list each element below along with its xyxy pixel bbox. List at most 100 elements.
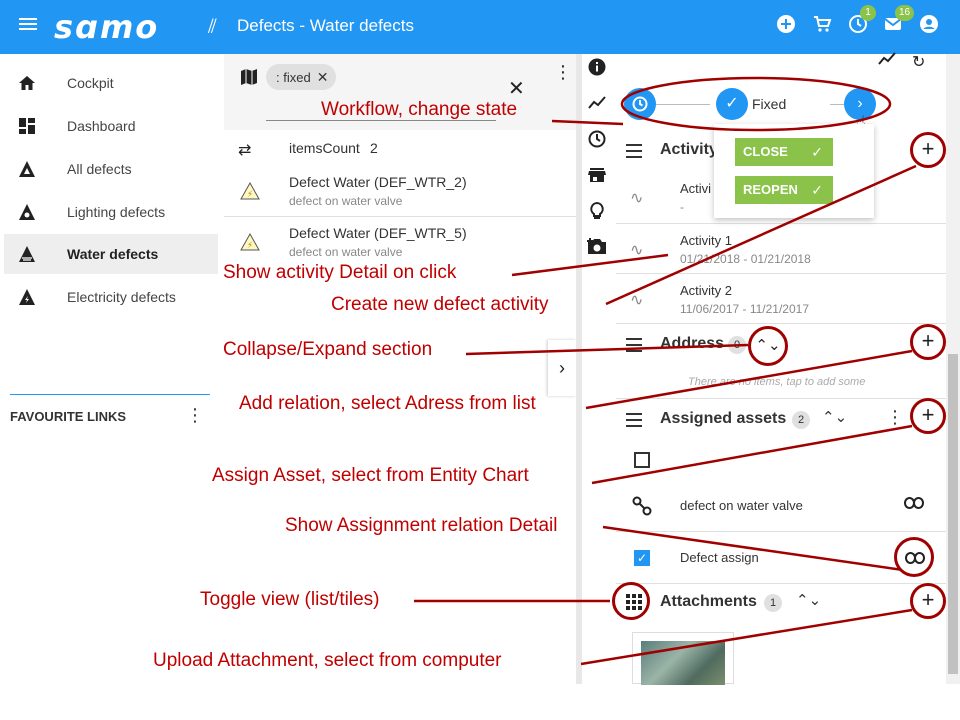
attachment-tile[interactable] xyxy=(632,632,734,685)
account-icon[interactable] xyxy=(917,14,941,38)
mail-badge: 16 xyxy=(895,5,915,21)
workflow-state: ✓ Fixed xyxy=(710,86,830,122)
chip-close-icon[interactable]: ✕ xyxy=(317,69,329,85)
list-item-subtitle: defect on water valve xyxy=(289,245,403,259)
menu-icon[interactable] xyxy=(16,15,40,39)
dashboard-icon xyxy=(18,117,36,135)
electricity-icon xyxy=(18,288,36,306)
items-count-row: ⇄ itemsCount 2 xyxy=(224,132,576,168)
activity-name: Activity 2 xyxy=(680,283,733,298)
collapse-address-button[interactable]: ⌃⌄ xyxy=(748,326,788,366)
pulse-icon: ∿ xyxy=(630,242,644,259)
home-icon xyxy=(18,74,36,92)
scrollbar-thumb[interactable] xyxy=(948,354,958,674)
sidebar-item-cockpit[interactable]: Cockpit xyxy=(4,63,218,103)
activity-row[interactable]: ∿ Activity 2 11/06/2017 - 11/21/2017 xyxy=(616,274,946,324)
drag-handle-icon[interactable] xyxy=(626,144,642,162)
chart-icon[interactable] xyxy=(878,52,896,71)
add-photo-icon[interactable] xyxy=(586,237,608,259)
check-icon: ✓ xyxy=(811,182,823,198)
close-icon[interactable]: ✕ xyxy=(508,76,525,101)
workflow-history-button[interactable] xyxy=(624,88,656,120)
svg-text:⚡: ⚡ xyxy=(247,240,253,250)
relation-detail-button[interactable] xyxy=(894,537,934,577)
annotation-assign-asset: Assign Asset, select from Entity Chart xyxy=(212,465,529,486)
sidebar-item-label: Water defects xyxy=(67,246,159,262)
address-title: Address xyxy=(660,335,725,352)
add-activity-button[interactable]: + xyxy=(910,132,946,168)
close-state-button[interactable]: CLOSE ✓ xyxy=(735,138,833,166)
sidebar-item-label: All defects xyxy=(67,161,132,177)
map-icon[interactable] xyxy=(240,68,258,91)
asset-label: defect on water valve xyxy=(680,498,803,513)
activity-dates: 11/06/2017 - 11/21/2017 xyxy=(680,302,809,316)
reopen-state-label: REOPEN xyxy=(743,182,798,197)
sidebar: Cockpit Dashboard All defects Lighting d… xyxy=(0,54,218,720)
sidebar-item-label: Electricity defects xyxy=(67,289,176,305)
warning-icon: ⚡ xyxy=(240,181,260,205)
drag-handle-icon[interactable] xyxy=(626,338,642,356)
activity-name: Activi xyxy=(680,181,712,196)
cart-icon[interactable] xyxy=(810,14,834,38)
water-icon xyxy=(18,245,36,263)
items-count-label: itemsCount xyxy=(289,140,360,156)
activity-row[interactable]: ∿ Activity 1 01/21/2018 - 01/21/2018 xyxy=(616,224,946,274)
relation-icon xyxy=(632,496,652,521)
store-icon[interactable] xyxy=(586,166,608,188)
collapse-icon[interactable]: ⌃⌄ xyxy=(822,408,847,426)
clock-icon[interactable] xyxy=(586,130,608,152)
collapse-icon[interactable]: ⌃⌄ xyxy=(796,591,821,609)
close-state-label: CLOSE xyxy=(743,144,788,159)
asset-checkbox[interactable]: ✓ xyxy=(634,550,650,566)
attachments-title: Attachments xyxy=(660,593,757,610)
lighting-icon xyxy=(18,203,36,221)
more-vert-icon[interactable]: ⋮ xyxy=(886,407,904,428)
swap-icon[interactable]: ⇄ xyxy=(238,140,251,160)
expand-panel-button[interactable]: › xyxy=(548,340,576,396)
detail-tools-column xyxy=(582,54,612,274)
asset-row[interactable]: defect on water valve xyxy=(616,480,946,532)
favourite-links-section: FAVOURITE LINKS ⋮ xyxy=(10,394,210,425)
logo-mark-icon: ⫽ xyxy=(208,16,217,38)
sidebar-item-lighting-defects[interactable]: Lighting defects xyxy=(4,192,218,232)
list-item[interactable]: ⚡ Defect Water (DEF_WTR_5) defect on wat… xyxy=(224,217,576,265)
add-asset-button[interactable]: + xyxy=(910,398,946,434)
list-item-title: Defect Water (DEF_WTR_5) xyxy=(289,225,467,241)
items-count-value: 2 xyxy=(370,140,378,156)
more-vert-icon[interactable]: ⋮ xyxy=(186,405,204,426)
trending-icon[interactable] xyxy=(586,94,608,116)
filter-chip[interactable]: : fixed ✕ xyxy=(266,64,337,90)
activity-dates: 01/21/2018 - 01/21/2018 xyxy=(680,252,811,266)
toggle-view-button[interactable] xyxy=(612,582,650,620)
app-header: ꜱɑmo ⫽ Defects - Water defects 1 16 xyxy=(0,0,960,54)
page-title: Defects - Water defects xyxy=(237,16,414,35)
triangle-icon xyxy=(18,160,36,178)
pulse-icon: ∿ xyxy=(630,292,644,309)
asset-label: Defect assign xyxy=(680,550,759,565)
reopen-state-button[interactable]: REOPEN ✓ xyxy=(735,176,833,204)
list-item[interactable]: ⚡ Defect Water (DEF_WTR_2) defect on wat… xyxy=(224,166,576,217)
sidebar-item-electricity-defects[interactable]: Electricity defects xyxy=(4,277,218,317)
lightbulb-icon[interactable] xyxy=(586,201,608,224)
add-address-button[interactable]: + xyxy=(910,324,946,360)
sidebar-item-label: Lighting defects xyxy=(67,204,166,220)
refresh-icon[interactable]: ↻ xyxy=(912,52,925,72)
more-vert-icon[interactable]: ⋮ xyxy=(554,62,572,83)
sidebar-item-label: Cockpit xyxy=(67,75,114,91)
attachments-count: 1 xyxy=(764,594,782,612)
drag-handle-icon[interactable] xyxy=(626,413,642,431)
select-all-checkbox[interactable] xyxy=(634,452,650,468)
detail-scrollbar[interactable] xyxy=(946,54,960,684)
annotation-add-relation: Add relation, select Adress from list xyxy=(239,393,536,414)
info-icon[interactable] xyxy=(586,58,608,80)
sidebar-item-water-defects[interactable]: Water defects xyxy=(4,234,218,274)
sidebar-item-all-defects[interactable]: All defects xyxy=(4,149,218,189)
annotation-collapse: Collapse/Expand section xyxy=(223,339,433,360)
link-icon[interactable] xyxy=(904,496,924,514)
pulse-icon: ∿ xyxy=(630,190,644,207)
sidebar-item-dashboard[interactable]: Dashboard xyxy=(4,106,218,146)
add-icon[interactable] xyxy=(774,14,798,38)
attachments-section-header: Attachments 1 ⌃⌄ xyxy=(616,582,946,622)
activity-dates: - xyxy=(680,200,684,214)
upload-attachment-button[interactable]: + xyxy=(910,583,946,619)
